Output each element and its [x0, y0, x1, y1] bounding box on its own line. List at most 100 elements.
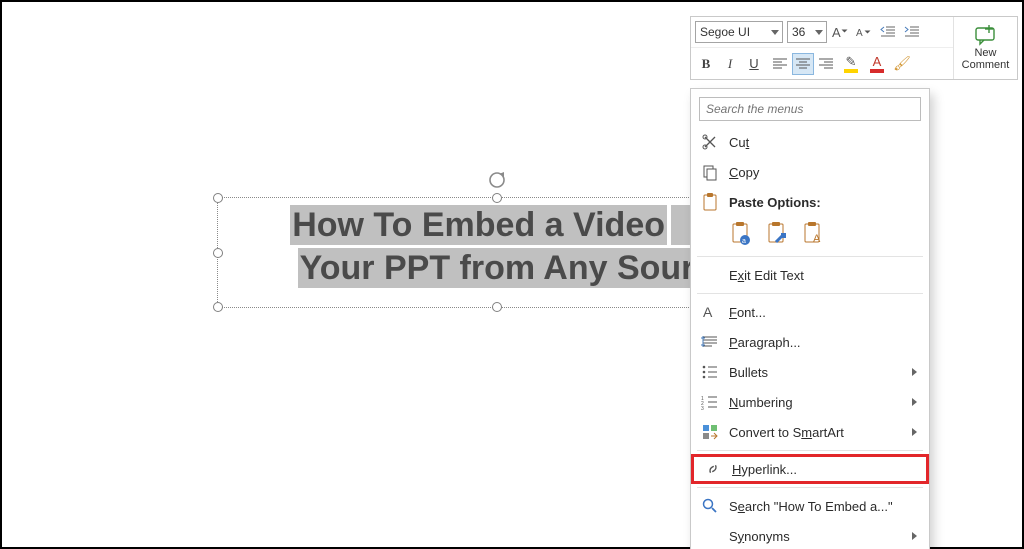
mini-toolbar-row-1: Segoe UI 36 A A	[691, 17, 953, 48]
paste-clipboard-icon	[701, 193, 719, 211]
bold-button[interactable]: B	[695, 53, 717, 75]
ctx-copy[interactable]: Copy	[691, 157, 929, 187]
decrease-indent-button[interactable]	[877, 21, 899, 43]
copy-icon	[701, 163, 719, 181]
ctx-exit-edit-text-label: Exit Edit Text	[729, 268, 917, 283]
chevron-right-icon	[912, 368, 917, 376]
ctx-separator	[697, 293, 923, 294]
underline-button[interactable]: U	[743, 53, 765, 75]
svg-text:3: 3	[701, 406, 704, 412]
chevron-right-icon	[912, 398, 917, 406]
title-text-line2: Your PPT from Any Sour	[298, 248, 697, 288]
paste-options-row: a A	[691, 217, 929, 253]
align-center-button[interactable]	[792, 53, 814, 75]
paste-option-icon: a	[731, 222, 751, 244]
format-painter-icon: 🖌	[893, 55, 911, 72]
ctx-hyperlink[interactable]: Hyperlink...	[691, 454, 929, 484]
italic-button[interactable]: I	[719, 53, 741, 75]
ctx-bullets[interactable]: Bullets	[691, 357, 929, 387]
ctx-convert-smartart[interactable]: Convert to SmartArt	[691, 417, 929, 447]
rotate-icon	[486, 169, 508, 191]
align-right-button[interactable]	[815, 53, 837, 75]
align-left-icon	[773, 58, 787, 70]
paste-keep-text-only[interactable]: A	[801, 221, 825, 245]
context-menu-search[interactable]	[699, 97, 921, 121]
ctx-paragraph[interactable]: Paragraph...	[691, 327, 929, 357]
ctx-smart-search[interactable]: Search "How To Embed a..."	[691, 491, 929, 521]
font-name-combobox[interactable]: Segoe UI	[695, 21, 783, 43]
new-comment-label: NewComment	[962, 47, 1010, 71]
highlight-color-button[interactable]: ✎	[839, 53, 863, 75]
resize-handle-s[interactable]	[492, 302, 502, 312]
highlight-icon: ✎	[846, 55, 857, 68]
context-menu-search-input[interactable]	[700, 98, 920, 120]
svg-text:A: A	[856, 28, 863, 39]
ctx-numbering-label: Numbering	[729, 395, 902, 410]
bullets-icon	[701, 363, 719, 381]
resize-handle-w[interactable]	[213, 248, 223, 258]
screenshot-stage: Segoe UI 36 A A	[0, 0, 1024, 549]
ctx-separator	[697, 487, 923, 488]
new-comment-icon	[975, 25, 997, 45]
mini-toolbar: Segoe UI 36 A A	[690, 16, 1018, 80]
increase-indent-button[interactable]	[901, 21, 923, 43]
svg-text:A: A	[703, 304, 713, 320]
chevron-right-icon	[912, 428, 917, 436]
numbering-icon: 123	[701, 393, 719, 411]
align-left-button[interactable]	[769, 53, 791, 75]
font-color-button[interactable]: A	[865, 53, 889, 75]
blank-icon	[701, 266, 719, 284]
decrease-indent-icon	[880, 25, 896, 39]
ctx-paste-options-label: Paste Options:	[729, 195, 917, 210]
increase-font-size-button[interactable]: A	[829, 21, 851, 43]
paragraph-icon	[701, 333, 719, 351]
ctx-bullets-label: Bullets	[729, 365, 902, 380]
title-text-line1: How To Embed a Video	[290, 205, 667, 245]
chevron-right-icon	[912, 532, 917, 540]
ctx-exit-edit-text[interactable]: Exit Edit Text	[691, 260, 929, 290]
font-color-icon: A	[873, 55, 882, 68]
search-icon	[701, 497, 719, 515]
resize-handle-n[interactable]	[492, 193, 502, 203]
ctx-numbering[interactable]: 123 Numbering	[691, 387, 929, 417]
paste-use-destination-theme[interactable]: a	[729, 221, 753, 245]
paste-option-icon: A	[803, 222, 823, 244]
ctx-hyperlink-label: Hyperlink...	[732, 462, 914, 477]
ctx-cut-label: Cut	[729, 135, 917, 150]
font-size-combobox[interactable]: 36	[787, 21, 827, 43]
align-right-icon	[819, 58, 833, 70]
resize-handle-sw[interactable]	[213, 302, 223, 312]
ctx-font-label: Font...	[729, 305, 917, 320]
mini-toolbar-row-2: B I U	[691, 48, 953, 79]
mini-toolbar-left: Segoe UI 36 A A	[691, 17, 953, 79]
ctx-separator	[697, 450, 923, 451]
decrease-font-size-button[interactable]: A	[853, 21, 875, 43]
paste-keep-source-formatting[interactable]	[765, 221, 789, 245]
increase-font-icon: A	[832, 25, 848, 39]
ctx-smart-search-label: Search "How To Embed a..."	[729, 499, 917, 514]
ctx-paragraph-label: Paragraph...	[729, 335, 917, 350]
decrease-font-icon: A	[856, 25, 872, 39]
svg-text:a: a	[742, 238, 746, 245]
increase-indent-icon	[904, 25, 920, 39]
scissors-icon	[701, 133, 719, 151]
ctx-synonyms-label: Synonyms	[729, 529, 902, 544]
ctx-font[interactable]: A Font...	[691, 297, 929, 327]
ctx-separator	[697, 256, 923, 257]
font-icon: A	[701, 303, 719, 321]
context-menu: Cut Copy Paste Options: a A	[690, 88, 930, 549]
blank-icon	[701, 527, 719, 545]
format-painter-button[interactable]: 🖌	[891, 53, 913, 75]
ctx-copy-label: Copy	[729, 165, 917, 180]
new-comment-button[interactable]: NewComment	[953, 17, 1017, 79]
align-center-icon	[796, 58, 810, 70]
resize-handle-nw[interactable]	[213, 193, 223, 203]
link-icon	[704, 460, 722, 478]
ctx-synonyms[interactable]: Synonyms	[691, 521, 929, 549]
svg-text:A: A	[832, 25, 841, 40]
rotate-handle[interactable]	[486, 169, 508, 196]
ctx-convert-smartart-label: Convert to SmartArt	[729, 425, 902, 440]
ctx-cut[interactable]: Cut	[691, 127, 929, 157]
paste-option-icon	[767, 222, 787, 244]
ctx-paste-options-header: Paste Options:	[691, 187, 929, 217]
